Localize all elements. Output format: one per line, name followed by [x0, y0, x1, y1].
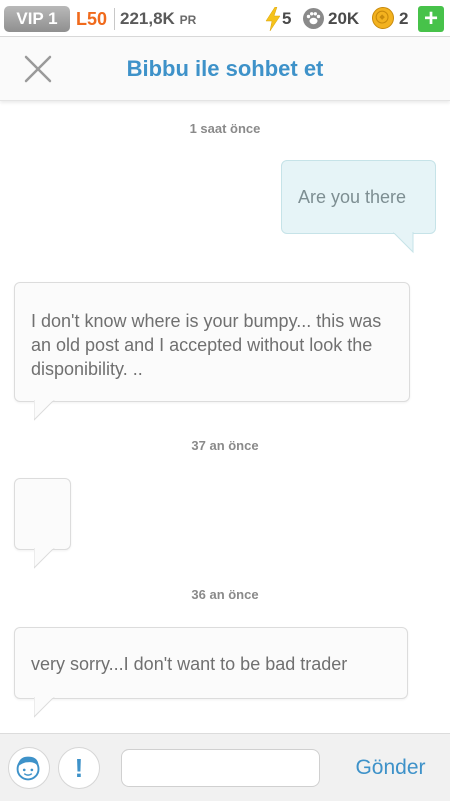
paws-value: 20K	[328, 9, 360, 28]
report-button[interactable]: !	[58, 747, 100, 789]
status-bar: VIP 1 L50 221,8K PR 5 20K 2 +	[0, 0, 450, 37]
message-timestamp: 36 an önce	[191, 587, 259, 602]
outgoing-message-bubble[interactable]: Are you there	[281, 160, 436, 234]
bubble-tail	[34, 400, 55, 421]
paw-icon	[303, 8, 324, 29]
message-timestamp: 1 saat önce	[189, 121, 261, 136]
bubble-tail	[393, 232, 414, 254]
avatar-button[interactable]	[8, 747, 50, 789]
pr-value: 221,8K	[120, 9, 175, 28]
pr-unit: PR	[179, 13, 197, 27]
bubble-tail	[34, 697, 55, 718]
message-timestamp: 37 an önce	[191, 438, 259, 453]
message-text: Are you there	[298, 187, 407, 207]
message-text: I don't know where is your bumpy... this…	[31, 311, 382, 379]
level-label: L50	[76, 9, 108, 29]
vip-badge[interactable]: VIP 1	[4, 6, 70, 32]
send-button[interactable]: Gönder	[338, 749, 443, 787]
pr-display: 221,8K PR	[120, 6, 196, 33]
message-composer: ! Gönder	[0, 733, 450, 801]
avatar-icon	[16, 756, 40, 781]
message-text: very sorry...I don't want to be bad trad…	[31, 654, 348, 674]
page-title: Bibbu ile sohbet et	[126, 56, 324, 81]
chat-header: Bibbu ile sohbet et	[0, 37, 450, 101]
coin-icon	[372, 7, 394, 29]
message-input[interactable]	[121, 749, 320, 787]
incoming-message-bubble[interactable]: very sorry...I don't want to be bad trad…	[14, 627, 408, 699]
add-currency-button[interactable]: +	[418, 6, 444, 32]
bubble-tail	[34, 548, 55, 569]
divider	[114, 8, 115, 30]
incoming-message-bubble[interactable]: I don't know where is your bumpy... this…	[14, 282, 410, 402]
close-icon[interactable]	[20, 51, 56, 87]
coins-value: 2	[399, 9, 409, 28]
energy-value: 5	[282, 9, 292, 28]
lightning-icon	[265, 7, 281, 31]
incoming-message-bubble[interactable]	[14, 478, 71, 550]
